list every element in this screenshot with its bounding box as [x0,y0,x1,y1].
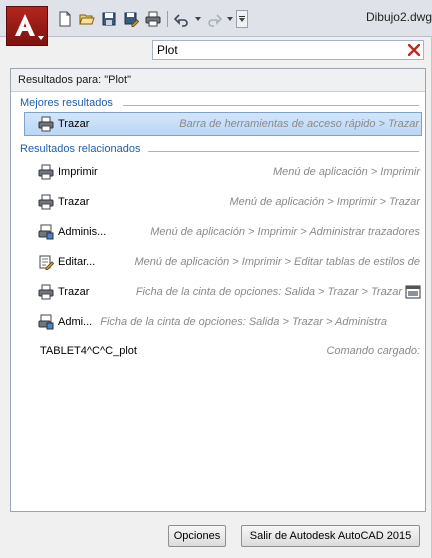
result-path: Ficha de la cinta de opciones: Salida > … [135,286,402,298]
exit-autocad-button[interactable]: Salir de Autodesk AutoCAD 2015 [241,525,420,547]
undo-dropdown-icon[interactable] [194,9,202,29]
result-path: Ficha de la cinta de opciones: Salida > … [100,316,387,328]
result-row[interactable]: Editar... Menú de aplicación > Imprimir … [24,250,422,274]
result-path: Barra de herramientas de acceso rápido >… [179,118,419,130]
result-row[interactable]: Imprimir Menú de aplicación > Imprimir [24,160,422,184]
result-row-best[interactable]: Trazar Barra de herramientas de acceso r… [24,112,422,136]
new-icon[interactable] [55,9,75,29]
related-results-title: Resultados relacionados [20,143,141,155]
customize-icon[interactable] [236,10,248,28]
save-icon[interactable] [99,9,119,29]
open-icon[interactable] [77,9,97,29]
options-button[interactable]: Opciones [168,525,226,547]
result-label: Trazar [58,286,90,298]
printer-icon [37,283,55,301]
result-label: Editar... [58,256,96,268]
result-label: TABLET4^C^C_plot [40,345,137,357]
plotter-manager-icon [37,313,55,331]
printer-icon [37,193,55,211]
ribbon-panel-icon [404,283,422,301]
search-input[interactable] [157,42,397,58]
undo-icon[interactable] [172,9,192,29]
group-divider [123,105,419,106]
search-results-panel: Resultados para: "Plot" Mejores resultad… [10,68,426,512]
plot-icon[interactable] [143,9,163,29]
quick-access-toolbar [55,9,248,29]
edit-plot-styles-icon [37,253,55,271]
toolbar-separator [167,11,168,27]
search-box[interactable] [152,40,424,60]
printer-icon [37,115,55,133]
result-path: Comando cargado: [326,345,420,357]
application-menu-caret-icon [38,36,44,40]
result-row-command[interactable]: TABLET4^C^C_plot Comando cargado: [24,339,422,363]
result-label: Admi... [58,316,93,328]
document-title: Dibujo2.dwg [365,10,432,24]
result-path: Menú de aplicación > Imprimir [272,166,420,178]
result-label: Imprimir [58,166,98,178]
best-results-title: Mejores resultados [20,97,113,109]
result-row[interactable]: Adminis... Menú de aplicación > Imprimir… [24,220,422,244]
group-divider [148,151,419,152]
application-menu-button[interactable] [6,6,48,46]
result-label: Trazar [58,196,90,208]
result-path: Menú de aplicación > Imprimir > Editar t… [134,256,420,268]
result-label: Adminis... [58,226,107,238]
autocad-application-menu: Dibujo2.dwg Resultados para: "Plot" Mejo… [0,0,432,558]
result-path: Menú de aplicación > Imprimir > Trazar [229,196,420,208]
title-bar: Dibujo2.dwg [0,0,432,37]
plotter-manager-icon [37,223,55,241]
redo-icon[interactable] [204,9,224,29]
result-row[interactable]: Trazar Menú de aplicación > Imprimir > T… [24,190,422,214]
redo-dropdown-icon[interactable] [226,9,234,29]
save-as-icon[interactable] [121,9,141,29]
result-label: Trazar [58,118,90,130]
result-path: Menú de aplicación > Imprimir > Administ… [150,226,420,238]
clear-search-icon[interactable] [406,42,422,58]
result-row[interactable]: Admi... Ficha de la cinta de opciones: S… [24,310,422,334]
results-header: Resultados para: "Plot" [11,69,425,92]
printer-icon [37,163,55,181]
autocad-logo-icon [15,14,35,36]
result-row[interactable]: Trazar Ficha de la cinta de opciones: Sa… [24,280,422,304]
